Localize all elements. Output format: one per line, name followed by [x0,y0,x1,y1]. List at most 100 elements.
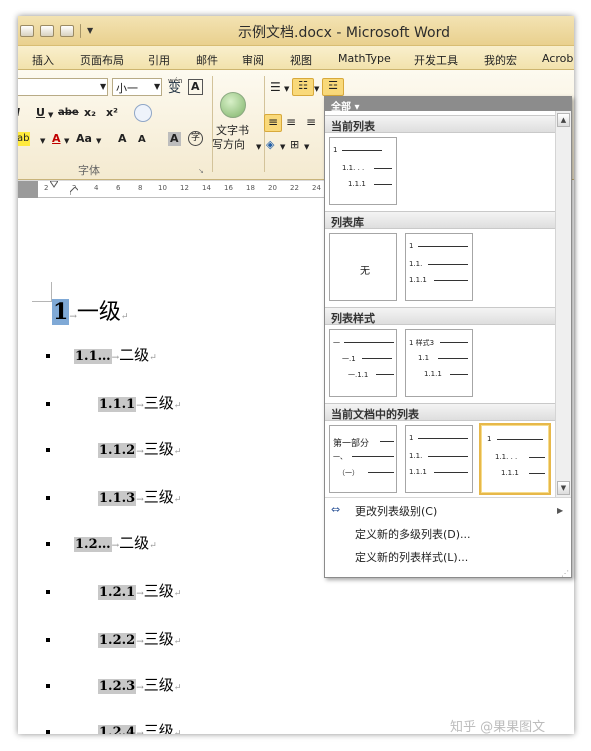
multilevel-list-icon[interactable]: ☲ [322,78,344,96]
font-name-combo[interactable] [18,78,108,96]
hanging-indent-marker[interactable] [70,187,78,195]
tab-my-macros[interactable]: 我的宏 [484,52,517,68]
numbering-icon[interactable]: ☷ [292,78,314,96]
subscript-button[interactable]: x₂ [84,106,96,120]
scroll-up-icon[interactable]: ▲ [557,113,570,127]
print-icon[interactable] [40,25,54,37]
ruler-number: 24 [312,184,321,192]
list-thumbnail-chinese-style[interactable]: 一 一.1 一.1.1 [329,329,397,397]
list-item-level-3[interactable]: 1.1.3→三级↵ [98,486,181,507]
font-name-dropdown-icon[interactable]: ▼ [100,80,106,94]
font-size-dropdown-icon[interactable]: ▼ [154,80,160,94]
bullets-dropdown-icon[interactable]: ▼ [284,82,289,96]
tab-insert[interactable]: 插入 [32,52,54,68]
highlight-button[interactable]: ab [18,132,31,146]
list-number: 1.1.2 [98,443,137,458]
list-bullet-marker [46,354,50,358]
tab-developer[interactable]: 开发工具 [414,52,458,68]
list-item-level-3[interactable]: 1.2.3→三级↵ [98,674,181,695]
scroll-down-icon[interactable]: ▼ [557,481,570,495]
list-thumbnail-selected[interactable]: 1 1.1. . . 1.1.1 [479,423,551,495]
tab-arrow-icon: → [136,447,144,457]
list-thumbnail-none[interactable]: 无 [329,233,397,301]
enclose-char-button[interactable]: 字 [188,131,203,146]
change-case-button[interactable]: Aa [76,132,92,146]
list-thumbnail-style3[interactable]: 1 样式3 1.1 1.1.1 [405,329,473,397]
tab-references[interactable]: 引用 [148,52,170,68]
list-thumbnail-parts[interactable]: 第一部分 一、 （一） [329,425,397,493]
list-text: 三级 [143,488,174,506]
tab-arrow-icon: → [136,637,144,647]
list-item-level-3[interactable]: 1.1.1→三级↵ [98,392,181,413]
menu-define-list-style[interactable]: 定义新的列表样式(L)... [355,549,468,565]
tab-mathtype[interactable]: MathType [338,52,391,65]
horizontal-ruler[interactable]: 2 2 4 6 8 10 12 14 16 18 20 22 24 [18,180,328,199]
qat-dropdown-icon[interactable]: ▼ [87,27,95,35]
numbering-dropdown-icon[interactable]: ▼ [314,82,319,96]
doc-icon[interactable] [60,25,74,37]
ribbon-tabs: 插入 页面布局 引用 邮件 审阅 视图 MathType 开发工具 我的宏 Ac… [18,46,574,70]
list-text: 三级 [143,582,174,600]
gallery-scrollbar[interactable]: ▲ ▼ [555,111,571,497]
menu-change-list-level[interactable]: 更改列表级别(C) [355,503,437,519]
char-border-button[interactable]: A [188,79,203,95]
ruler-number: 8 [138,184,143,192]
italic-button[interactable]: I [18,106,20,120]
font-color-button[interactable]: A [52,132,61,146]
borders-dropdown-icon[interactable]: ▼ [304,140,309,154]
tab-mailings[interactable]: 邮件 [196,52,218,68]
gallery-filter-dropdown[interactable]: 全部 ▾ [331,98,360,113]
bullets-icon[interactable]: ☰ [270,80,281,94]
menu-define-multilevel-list[interactable]: 定义新的多级列表(D)... [355,526,471,542]
highlight-dropdown-icon[interactable]: ▼ [40,134,45,148]
list-number: 1.2.3 [98,679,137,694]
list-item-level-2[interactable]: 1.1…→二级↵ [74,344,157,365]
underline-button[interactable]: U [36,106,45,120]
text-direction-icon[interactable] [220,92,246,118]
align-center-icon[interactable]: ≡ [286,115,296,129]
tab-acrobat[interactable]: Acrob [542,52,573,65]
shading-dropdown-icon[interactable]: ▼ [280,140,285,154]
save-icon[interactable] [20,25,34,37]
shrink-font-button[interactable]: A [138,133,146,147]
font-size-value: 小一 [116,82,138,95]
list-item-level-2[interactable]: 1.2…→二级↵ [74,532,157,553]
list-thumbnail-current[interactable]: 1 1.1. . . 1.1.1 [329,137,397,205]
text-direction-label-2[interactable]: 写方向 [212,138,245,152]
font-dialog-launcher-icon[interactable]: ↘ [198,164,204,178]
section-header-list-library: 列表库 [325,211,555,229]
tab-review[interactable]: 审阅 [242,52,264,68]
list-text: 三级 [143,722,174,734]
tab-page-layout[interactable]: 页面布局 [80,52,124,68]
borders-icon[interactable]: ⊞ [290,138,299,152]
ruler-margin [18,181,38,199]
list-item-level-3[interactable]: 1.2.4→三级↵ [98,720,181,734]
align-right-icon[interactable]: ≡ [306,115,316,129]
list-thumbnail-doc-numeric[interactable]: 1 1.1. 1.1.1 [405,425,473,493]
paragraph-mark-icon: ↵ [149,353,157,363]
list-thumbnail-numeric[interactable]: 1 1.1. 1.1.1 [405,233,473,301]
list-item-level-3[interactable]: 1.1.2→三级↵ [98,438,181,459]
superscript-button[interactable]: x² [106,106,118,120]
phonetic-guide-button[interactable]: 变 [168,82,181,96]
text-direction-label-1[interactable]: 文字书 [216,124,249,138]
grow-font-button[interactable]: A [118,132,127,146]
change-case-dropdown-icon[interactable]: ▼ [96,134,101,148]
char-shading-button[interactable]: A [168,132,181,146]
list-item-level-3[interactable]: 1.2.1→三级↵ [98,580,181,601]
section-header-lists-in-document: 当前文档中的列表 [325,403,555,421]
list-number: 1.1… [74,349,112,364]
strikethrough-button[interactable]: abe [58,106,79,120]
shading-icon[interactable]: ◈ [266,138,274,152]
align-left-icon[interactable]: ≡ [264,114,282,132]
tab-view[interactable]: 视图 [290,52,312,68]
list-item-level-3[interactable]: 1.2.2→三级↵ [98,628,181,649]
font-color-dropdown-icon[interactable]: ▼ [64,134,69,148]
underline-dropdown-icon[interactable]: ▼ [48,108,53,122]
first-line-indent-marker[interactable] [50,181,58,189]
text-direction-dropdown-icon[interactable]: ▼ [256,140,261,154]
resize-grip-icon[interactable]: ⋰ [561,569,569,578]
clear-format-icon[interactable] [134,104,152,122]
heading-level-1[interactable]: 1→一级↵ [52,294,128,326]
ruler-number: 20 [268,184,277,192]
